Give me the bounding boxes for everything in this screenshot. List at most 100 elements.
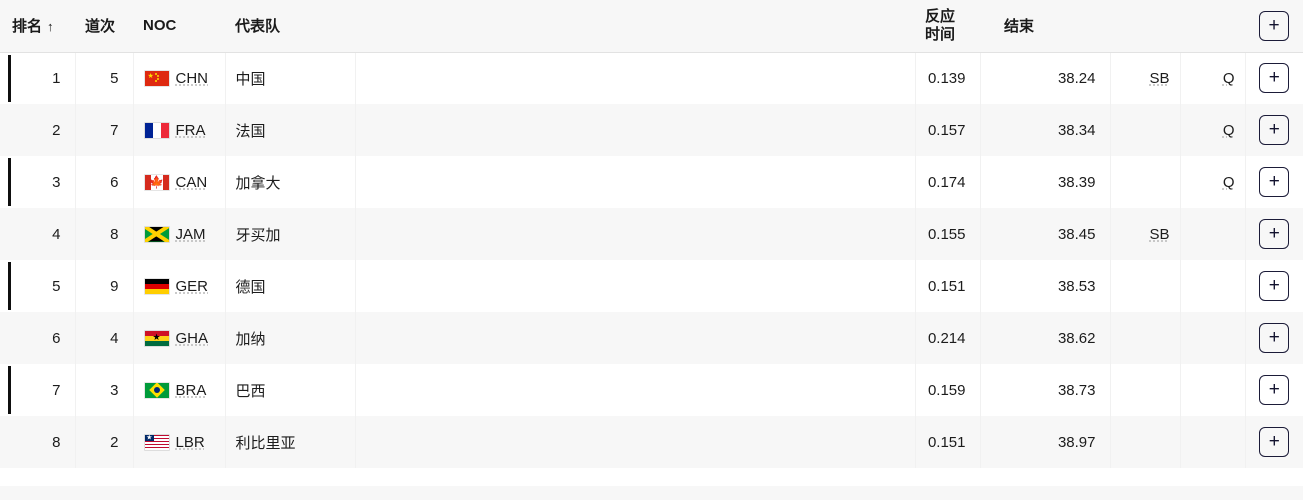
table-row[interactable]: 4 8 JAM 牙买加 0.155 38.45 SB +: [0, 208, 1303, 260]
expand-all-button[interactable]: +: [1259, 10, 1289, 41]
cell-rank: 8: [0, 416, 76, 468]
cell-spacer: [355, 208, 916, 260]
cell-rank: 5: [0, 260, 76, 312]
cell-finish: 38.97: [980, 416, 1111, 468]
table-bottom-strip: [0, 486, 1303, 496]
column-header-lane[interactable]: 道次: [75, 0, 133, 53]
cell-reaction-time: 0.151: [915, 416, 981, 468]
cell-reaction-time: 0.139: [915, 52, 981, 104]
cell-expand: +: [1245, 260, 1303, 312]
cell-spacer: [355, 260, 916, 312]
sort-ascending-icon: ↑: [47, 19, 54, 35]
expand-row-button[interactable]: +: [1259, 63, 1290, 94]
table-row[interactable]: 3 6 🍁 CAN 加拿大 0.174 38.39 Q +: [0, 156, 1303, 208]
column-header-finish[interactable]: 结束: [980, 0, 1110, 53]
cell-reaction-time: 0.157: [915, 104, 981, 156]
cell-mark2: [1180, 260, 1246, 312]
noc-code: FRA: [175, 121, 206, 139]
cell-lane: 2: [75, 416, 134, 468]
cell-spacer: [355, 364, 916, 416]
table-row[interactable]: 2 7 FRA 法国 0.157 38.34 Q +: [0, 104, 1303, 156]
column-header-team[interactable]: 代表队: [225, 0, 355, 53]
cell-expand: +: [1245, 208, 1303, 260]
flag-canada-icon: 🍁: [143, 173, 170, 191]
cell-team: 利比里亚: [225, 416, 356, 468]
cell-expand: +: [1245, 104, 1303, 156]
table-bottom-partial-row: [0, 468, 1303, 486]
cell-spacer: [355, 312, 916, 364]
cell-mark1: [1110, 312, 1181, 364]
cell-finish: 38.62: [980, 312, 1111, 364]
column-header-rank[interactable]: 排名 ↑: [0, 0, 75, 53]
cell-spacer: [355, 52, 916, 104]
cell-noc: FRA: [133, 104, 226, 156]
table-header: 排名 ↑ 道次 NOC 代表队 反应 时间 结束 +: [0, 0, 1303, 53]
table-row[interactable]: 7 3 BRA 巴西 0.159 38.73 +: [0, 364, 1303, 416]
column-header-expand-all: +: [1245, 0, 1303, 53]
cell-rank: 3: [0, 156, 76, 208]
expand-row-button[interactable]: +: [1259, 323, 1290, 353]
column-header-mark1: [1110, 0, 1180, 53]
expand-row-button[interactable]: +: [1259, 115, 1290, 145]
cell-noc: ★ GHA: [133, 312, 226, 364]
table-row[interactable]: 6 4 ★ GHA 加纳 0.214 38.62 +: [0, 312, 1303, 364]
cell-mark2: Q: [1180, 104, 1246, 156]
noc-code: BRA: [175, 381, 207, 399]
cell-mark2: Q: [1180, 156, 1246, 208]
cell-expand: +: [1245, 156, 1303, 208]
noc-code: CAN: [175, 173, 208, 191]
cell-reaction-time: 0.151: [915, 260, 981, 312]
table-row[interactable]: 5 9 GER 德国 0.151 38.53 +: [0, 260, 1303, 312]
cell-noc: JAM: [133, 208, 226, 260]
cell-finish: 38.24: [980, 52, 1111, 104]
flag-ghana-icon: ★: [143, 329, 170, 347]
cell-reaction-time: 0.159: [915, 364, 981, 416]
noc-code: GHA: [175, 329, 209, 347]
table-row[interactable]: 8 2 ★ LBR 利比里亚 0.151 38.97 +: [0, 416, 1303, 468]
column-header-noc[interactable]: NOC: [133, 0, 225, 53]
cell-reaction-time: 0.174: [915, 156, 981, 208]
cell-spacer: [355, 156, 916, 208]
cell-team: 中国: [225, 52, 356, 104]
flag-germany-icon: [143, 277, 170, 295]
cell-lane: 7: [75, 104, 134, 156]
column-header-reaction-time[interactable]: 反应 时间: [915, 0, 980, 53]
header-row: 排名 ↑ 道次 NOC 代表队 反应 时间 结束 +: [0, 0, 1303, 53]
noc-code: CHN: [175, 69, 209, 87]
expand-row-button[interactable]: +: [1259, 271, 1290, 301]
cell-mark1: SB: [1110, 52, 1181, 104]
cell-finish: 38.73: [980, 364, 1111, 416]
noc-code: LBR: [175, 433, 205, 451]
flag-liberia-icon: ★: [143, 433, 170, 451]
cell-rank: 6: [0, 312, 76, 364]
column-header-mark2: [1180, 0, 1245, 53]
table-row[interactable]: 1 5 ★ CHN 中国 0.139 38.24 SB Q +: [0, 52, 1303, 104]
cell-spacer: [355, 416, 916, 468]
cell-noc: BRA: [133, 364, 226, 416]
flag-jamaica-icon: [143, 225, 170, 243]
flag-china-icon: ★: [143, 69, 170, 87]
cell-team: 牙买加: [225, 208, 356, 260]
cell-lane: 9: [75, 260, 134, 312]
cell-mark1: [1110, 364, 1181, 416]
cell-rank: 2: [0, 104, 76, 156]
cell-mark2: [1180, 208, 1246, 260]
cell-team: 法国: [225, 104, 356, 156]
flag-france-icon: [143, 121, 170, 139]
cell-mark1: [1110, 156, 1181, 208]
expand-row-button[interactable]: +: [1259, 427, 1290, 457]
cell-noc: GER: [133, 260, 226, 312]
expand-row-button[interactable]: +: [1259, 219, 1290, 249]
cell-expand: +: [1245, 364, 1303, 416]
expand-row-button[interactable]: +: [1259, 167, 1290, 197]
cell-finish: 38.34: [980, 104, 1111, 156]
expand-row-button[interactable]: +: [1259, 375, 1290, 405]
cell-finish: 38.39: [980, 156, 1111, 208]
table-body: 1 5 ★ CHN 中国 0.139 38.24 SB Q + 2 7 FRA …: [0, 52, 1303, 468]
reaction-time-label-line2: 时间: [925, 25, 956, 43]
cell-rank: 1: [0, 52, 76, 104]
cell-lane: 8: [75, 208, 134, 260]
cell-lane: 3: [75, 364, 134, 416]
cell-finish: 38.45: [980, 208, 1111, 260]
cell-team: 德国: [225, 260, 356, 312]
